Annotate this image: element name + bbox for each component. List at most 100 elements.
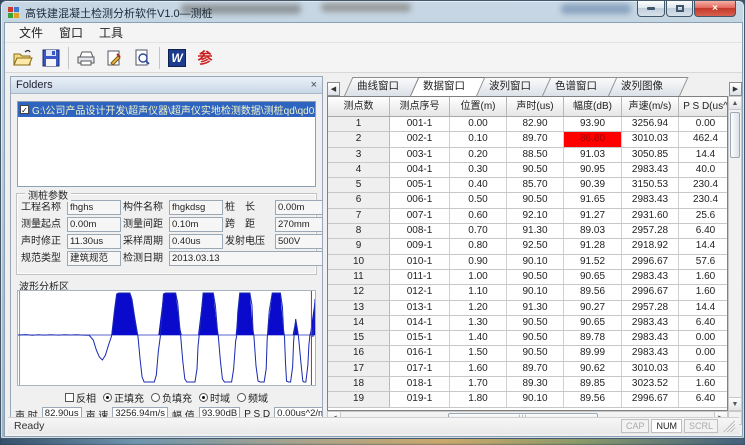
table-cell[interactable]: 3150.53 bbox=[622, 178, 679, 192]
table-cell[interactable]: 1.20 bbox=[450, 301, 507, 315]
table-cell[interactable]: 1.80 bbox=[450, 392, 507, 406]
export-word-button[interactable]: W bbox=[163, 45, 191, 71]
file-list-item[interactable]: ✓ G:\公司产品设计开发\超声仪器\超声仪实地检测数据\测桩qd\qd03\q… bbox=[18, 102, 315, 117]
param-field[interactable]: 11.30us bbox=[67, 234, 121, 249]
table-cell[interactable]: 91.27 bbox=[564, 209, 622, 223]
table-cell[interactable]: 0.20 bbox=[450, 148, 507, 162]
pane-close-icon[interactable]: × bbox=[311, 80, 317, 91]
table-cell[interactable]: 0.60 bbox=[450, 209, 507, 223]
table-cell[interactable]: 90.10 bbox=[507, 392, 564, 406]
positive-fill-radio[interactable]: 正填充 bbox=[103, 390, 144, 405]
table-cell[interactable]: 40.0 bbox=[679, 163, 728, 177]
resize-grip[interactable] bbox=[723, 420, 735, 432]
param-field[interactable]: 0.00m bbox=[275, 200, 323, 215]
table-cell[interactable]: 93.90 bbox=[564, 117, 622, 131]
table-row[interactable]: 4004-10.3090.5090.952983.4340.0 bbox=[328, 163, 727, 178]
table-cell[interactable]: 86.80 bbox=[564, 132, 622, 146]
table-cell[interactable]: 010-1 bbox=[390, 255, 450, 269]
print-preview-button[interactable] bbox=[128, 45, 156, 71]
param-field[interactable]: 0.40us bbox=[169, 234, 223, 249]
column-header[interactable]: 幅度(dB) bbox=[564, 97, 622, 116]
table-cell[interactable]: 90.50 bbox=[507, 163, 564, 177]
time-domain-radio[interactable]: 时域 bbox=[199, 390, 230, 405]
tab-4[interactable]: 色谱窗口 bbox=[542, 77, 614, 96]
save-button[interactable] bbox=[37, 45, 65, 71]
menu-file[interactable]: 文件 bbox=[11, 22, 51, 43]
menu-window[interactable]: 窗口 bbox=[51, 22, 91, 43]
param-field[interactable]: 2013.03.13 bbox=[169, 251, 323, 266]
table-cell[interactable]: 90.27 bbox=[564, 301, 622, 315]
print-setup-button[interactable] bbox=[100, 45, 128, 71]
table-cell[interactable]: 3050.85 bbox=[622, 148, 679, 162]
close-button[interactable]: × bbox=[694, 1, 736, 17]
table-cell[interactable]: 0.00 bbox=[450, 117, 507, 131]
table-cell[interactable]: 89.56 bbox=[564, 285, 622, 299]
table-cell[interactable]: 90.50 bbox=[507, 270, 564, 284]
tab-scroll-right-button[interactable]: ▶ bbox=[729, 82, 742, 96]
table-cell[interactable]: 89.03 bbox=[564, 224, 622, 238]
table-cell[interactable]: 230.4 bbox=[679, 178, 728, 192]
table-row[interactable]: 12012-11.1090.1089.562996.671.60 bbox=[328, 285, 727, 300]
table-row[interactable]: 16016-11.5090.5089.992983.430.00 bbox=[328, 346, 727, 361]
tab-1[interactable]: 曲线窗口 bbox=[344, 77, 416, 96]
table-cell[interactable]: 2918.92 bbox=[622, 239, 679, 253]
negative-fill-radio[interactable]: 负填充 bbox=[151, 390, 192, 405]
table-cell[interactable]: 019-1 bbox=[390, 392, 450, 406]
tab-3[interactable]: 波列窗口 bbox=[476, 77, 548, 96]
table-cell[interactable]: 1.60 bbox=[679, 270, 728, 284]
table-row[interactable]: 15015-11.4090.5089.782983.430.00 bbox=[328, 331, 727, 346]
table-cell[interactable]: 008-1 bbox=[390, 224, 450, 238]
table-cell[interactable]: 13 bbox=[328, 301, 390, 315]
table-cell[interactable]: 5 bbox=[328, 178, 390, 192]
table-cell[interactable]: 011-1 bbox=[390, 270, 450, 284]
table-cell[interactable]: 19 bbox=[328, 392, 390, 406]
vertical-scroll-thumb[interactable] bbox=[730, 112, 740, 158]
table-cell[interactable]: 91.65 bbox=[564, 193, 622, 207]
param-field[interactable]: 建筑规范 bbox=[67, 251, 121, 266]
table-cell[interactable]: 89.56 bbox=[564, 392, 622, 406]
table-cell[interactable]: 3023.52 bbox=[622, 377, 679, 391]
tab-scroll-left-button[interactable]: ◀ bbox=[327, 82, 340, 96]
print-button[interactable] bbox=[72, 45, 100, 71]
table-cell[interactable]: 14.4 bbox=[679, 301, 728, 315]
table-row[interactable]: 5005-10.4085.7090.393150.53230.4 bbox=[328, 178, 727, 193]
data-table[interactable]: 测点数测点序号位置(m)声时(us)幅度(dB)声速(m/s)P S D(us^… bbox=[327, 96, 728, 411]
table-cell[interactable]: 1.60 bbox=[679, 285, 728, 299]
freq-domain-radio[interactable]: 频域 bbox=[237, 390, 268, 405]
table-cell[interactable]: 88.50 bbox=[507, 148, 564, 162]
table-cell[interactable]: 90.50 bbox=[507, 346, 564, 360]
file-list[interactable]: ✓ G:\公司产品设计开发\超声仪器\超声仪实地检测数据\测桩qd\qd03\q… bbox=[17, 101, 316, 187]
table-row[interactable]: 17017-11.6089.7090.623010.036.40 bbox=[328, 362, 727, 377]
table-cell[interactable]: 91.03 bbox=[564, 148, 622, 162]
table-cell[interactable]: 91.28 bbox=[564, 239, 622, 253]
table-cell[interactable]: 89.78 bbox=[564, 331, 622, 345]
table-cell[interactable]: 018-1 bbox=[390, 377, 450, 391]
table-cell[interactable]: 91.30 bbox=[507, 301, 564, 315]
param-field[interactable]: fhgkdsg bbox=[169, 200, 223, 215]
table-cell[interactable]: 006-1 bbox=[390, 193, 450, 207]
table-cell[interactable]: 90.39 bbox=[564, 178, 622, 192]
table-cell[interactable]: 89.70 bbox=[507, 132, 564, 146]
table-cell[interactable]: 002-1 bbox=[390, 132, 450, 146]
table-cell[interactable]: 10 bbox=[328, 255, 390, 269]
table-cell[interactable]: 2983.43 bbox=[622, 331, 679, 345]
vertical-scrollbar[interactable]: ▲ ▼ bbox=[728, 96, 742, 411]
table-cell[interactable]: 6.40 bbox=[679, 392, 728, 406]
table-cell[interactable]: 2957.28 bbox=[622, 224, 679, 238]
scroll-down-icon[interactable]: ▼ bbox=[729, 397, 741, 410]
minimize-button[interactable] bbox=[637, 1, 665, 17]
table-cell[interactable]: 001-1 bbox=[390, 117, 450, 131]
table-cell[interactable]: 90.50 bbox=[507, 331, 564, 345]
table-cell[interactable]: 16 bbox=[328, 346, 390, 360]
table-cell[interactable]: 6 bbox=[328, 193, 390, 207]
table-cell[interactable]: 004-1 bbox=[390, 163, 450, 177]
table-cell[interactable]: 90.50 bbox=[507, 193, 564, 207]
table-cell[interactable]: 90.62 bbox=[564, 362, 622, 376]
table-cell[interactable]: 1.50 bbox=[450, 346, 507, 360]
table-row[interactable]: 8008-10.7091.3089.032957.286.40 bbox=[328, 224, 727, 239]
table-cell[interactable]: 2983.43 bbox=[622, 316, 679, 330]
table-cell[interactable]: 0.90 bbox=[450, 255, 507, 269]
table-cell[interactable]: 89.70 bbox=[507, 362, 564, 376]
table-row[interactable]: 3003-10.2088.5091.033050.8514.4 bbox=[328, 148, 727, 163]
table-cell[interactable]: 1 bbox=[328, 117, 390, 131]
